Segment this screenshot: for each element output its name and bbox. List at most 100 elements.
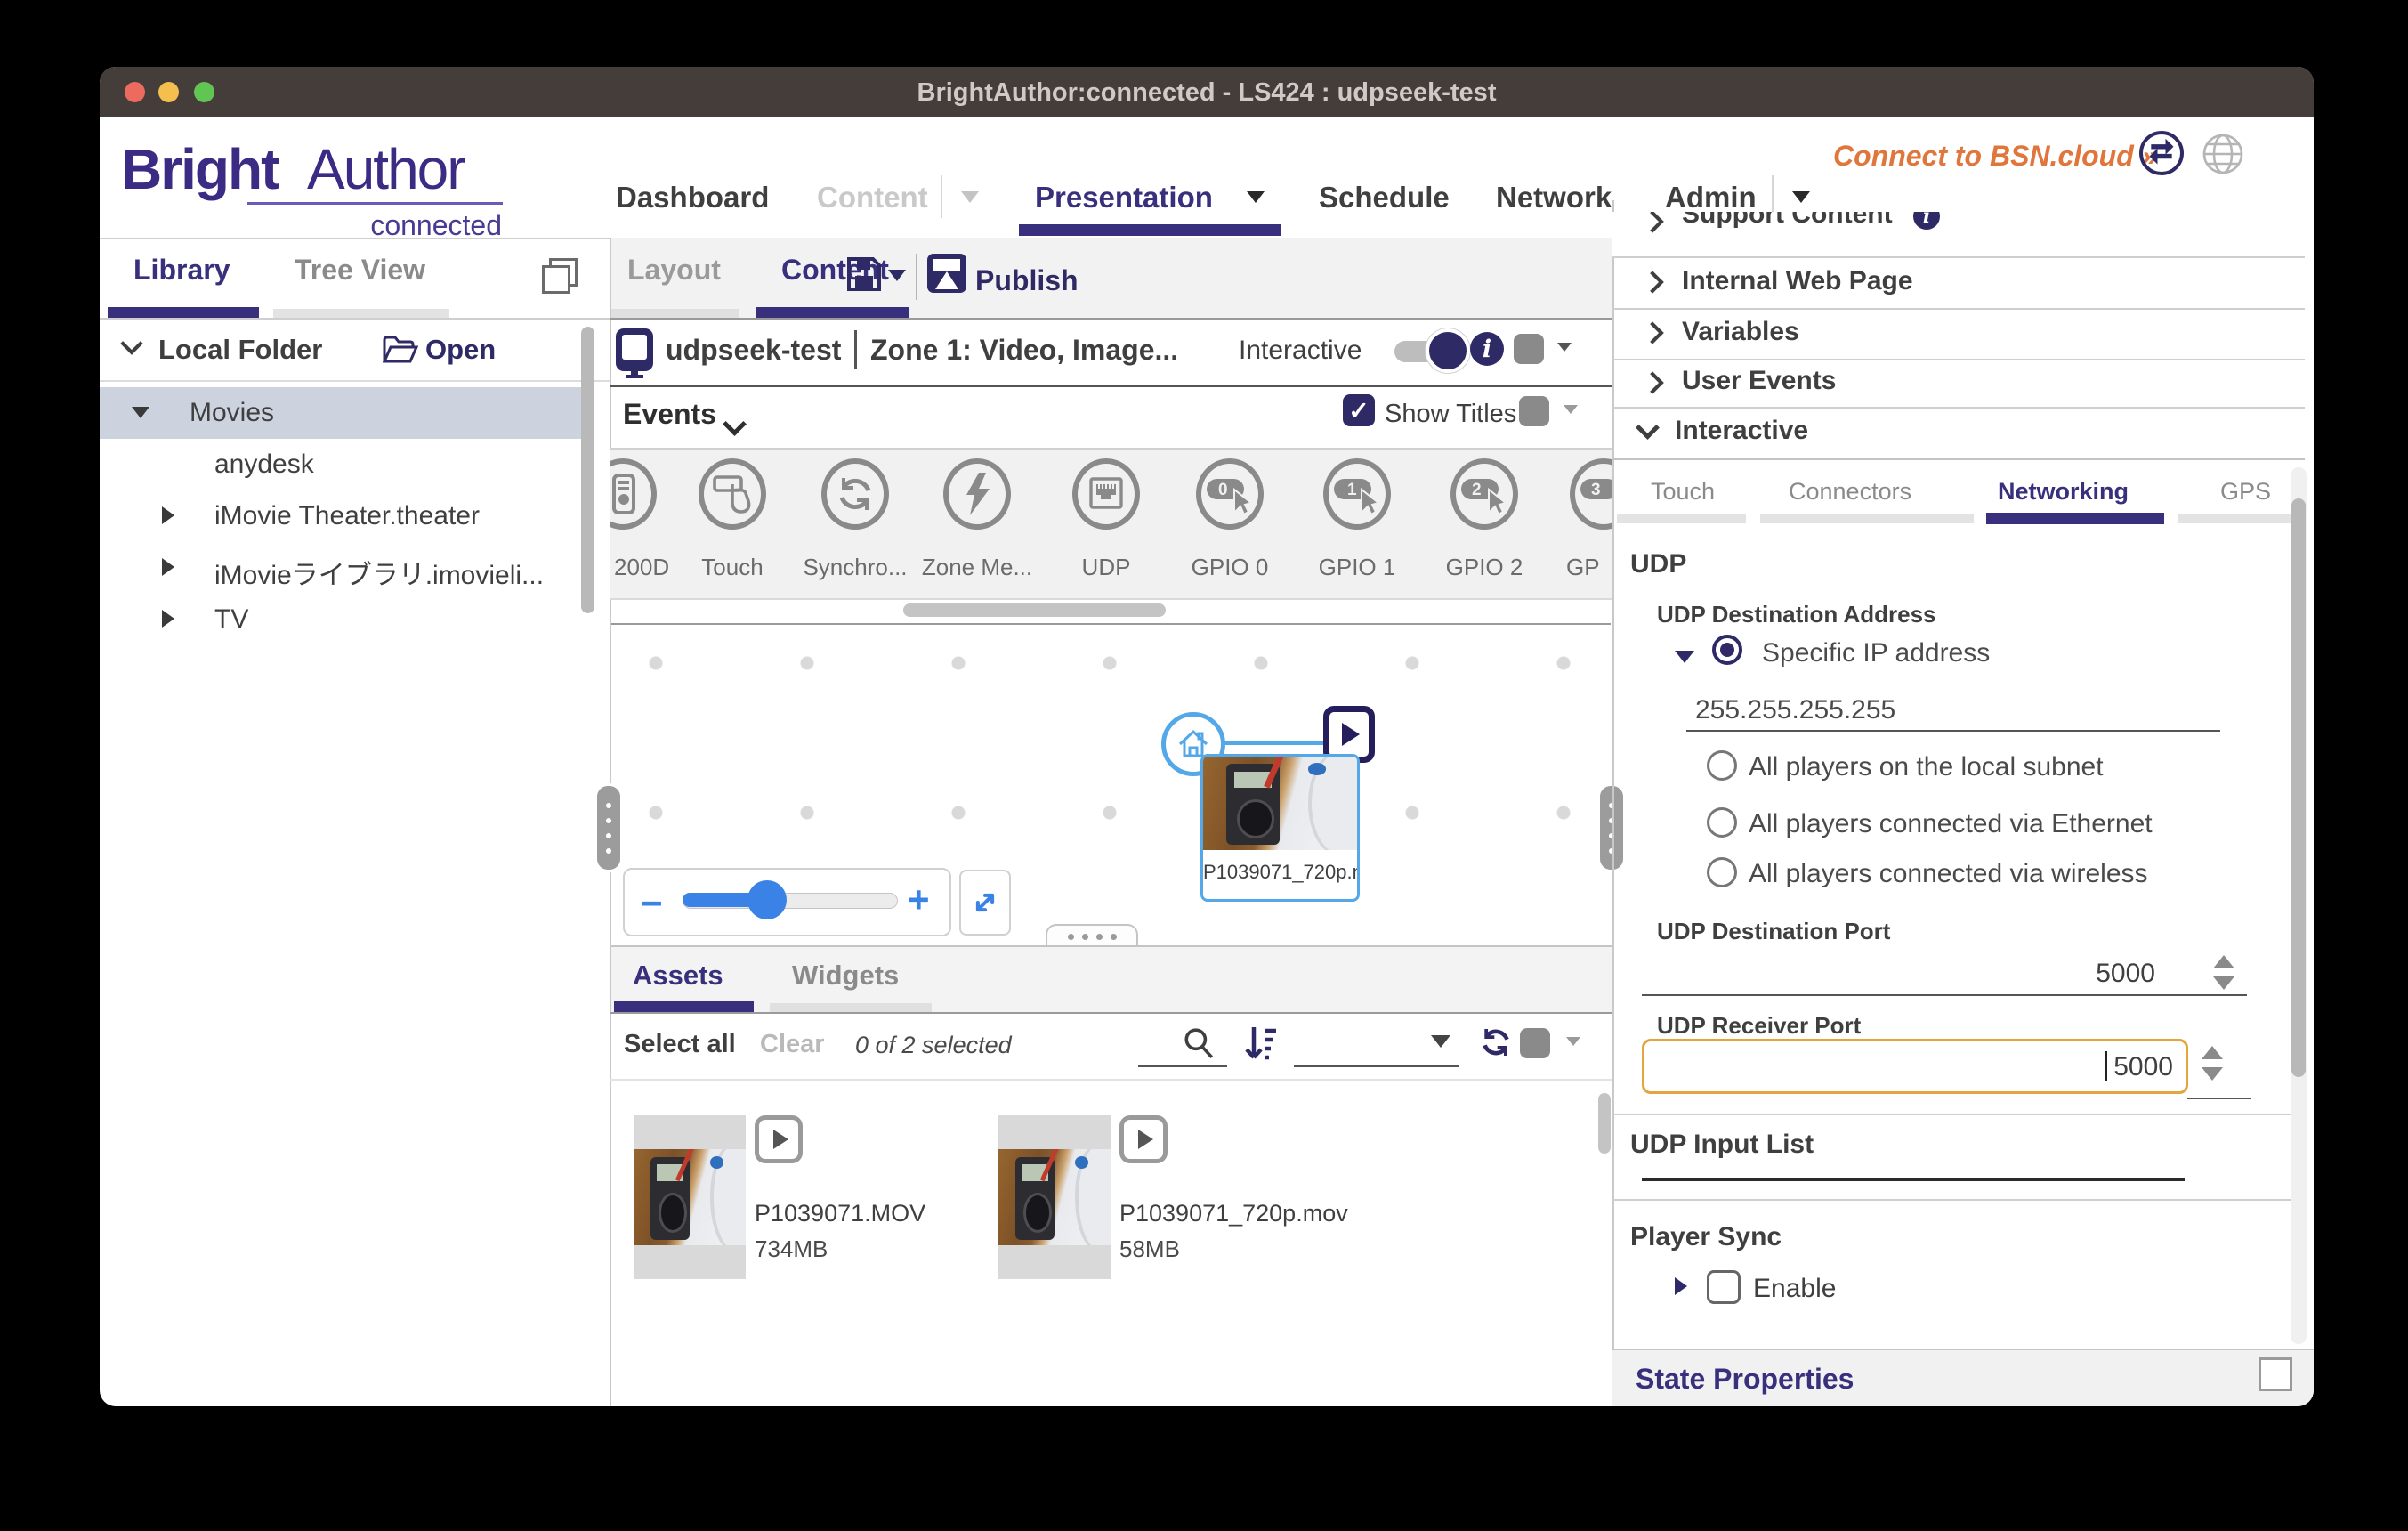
nav-presentation-dropdown-icon[interactable] bbox=[1247, 191, 1265, 203]
ethernet-radio[interactable] bbox=[1707, 807, 1737, 838]
save-button[interactable] bbox=[845, 255, 883, 297]
section-user-events[interactable]: User Events bbox=[1612, 359, 2291, 407]
filter-dropdown-icon[interactable] bbox=[1431, 1035, 1450, 1048]
nav-content[interactable]: Content bbox=[817, 181, 928, 215]
save-dropdown-icon[interactable] bbox=[888, 270, 906, 281]
tree-row-imovie-library[interactable]: iMovieライブラリ.imovieli... bbox=[100, 542, 585, 594]
video-node[interactable]: P1039071_720p.mov bbox=[1200, 754, 1360, 902]
assets-swatch-dropdown-icon[interactable] bbox=[1566, 1037, 1580, 1046]
interactive-toggle-knob[interactable] bbox=[1426, 328, 1470, 373]
section-variables[interactable]: Variables bbox=[1612, 308, 2291, 359]
asset-list-scrollbar[interactable] bbox=[1598, 1093, 1611, 1154]
tree-row-anydesk[interactable]: anydesk bbox=[100, 439, 585, 490]
dest-port-stepper[interactable] bbox=[2213, 955, 2234, 994]
asset-thumbnail[interactable] bbox=[634, 1115, 746, 1279]
clear-button[interactable]: Clear bbox=[760, 1030, 825, 1059]
sidebar-scrollbar[interactable] bbox=[581, 327, 594, 613]
fullscreen-canvas-button[interactable] bbox=[959, 870, 1011, 936]
tree-row-movies[interactable]: Movies bbox=[100, 387, 585, 439]
event-gpio3-icon[interactable]: 3 bbox=[1570, 458, 1612, 530]
swatch-dropdown-icon[interactable] bbox=[1557, 343, 1572, 352]
info-icon[interactable]: i bbox=[1470, 332, 1504, 366]
asset-name[interactable]: P1039071.MOV bbox=[755, 1200, 925, 1227]
nav-presentation[interactable]: Presentation bbox=[1035, 181, 1213, 215]
show-titles-checkbox[interactable]: ✓ bbox=[1343, 394, 1375, 426]
right-panel-resize-handle[interactable] bbox=[1597, 783, 1626, 872]
section-internal-web-page[interactable]: Internal Web Page bbox=[1612, 256, 2291, 308]
event-zone-message-icon[interactable] bbox=[943, 458, 1011, 530]
zoom-out-button[interactable]: − bbox=[641, 882, 663, 925]
left-panel-resize-handle[interactable] bbox=[594, 783, 623, 872]
specific-ip-radio[interactable] bbox=[1712, 635, 1742, 665]
subnet-label[interactable]: All players on the local subnet bbox=[1749, 752, 2104, 782]
tab-library[interactable]: Library bbox=[133, 254, 230, 287]
support-info-icon[interactable]: i bbox=[1913, 212, 1940, 230]
tab-connectors[interactable]: Connectors bbox=[1789, 478, 1911, 506]
udp-receiver-port-input[interactable]: 5000 bbox=[1642, 1039, 2188, 1094]
sort-icon[interactable] bbox=[1243, 1025, 1279, 1066]
player-sync-enable-label[interactable]: Enable bbox=[1753, 1274, 1836, 1304]
nav-schedule[interactable]: Schedule bbox=[1319, 181, 1450, 215]
tab-layout[interactable]: Layout bbox=[627, 254, 721, 287]
nav-admin-dropdown-icon[interactable] bbox=[1792, 191, 1810, 203]
subnet-radio[interactable] bbox=[1707, 750, 1737, 781]
specific-ip-label[interactable]: Specific IP address bbox=[1762, 638, 1990, 668]
publish-icon[interactable] bbox=[925, 252, 968, 299]
section-interactive[interactable]: Interactive bbox=[1612, 407, 2291, 458]
udp-input-list-field[interactable] bbox=[1642, 1178, 2185, 1181]
receiver-port-stepper[interactable] bbox=[2202, 1046, 2223, 1085]
publish-button[interactable]: Publish bbox=[975, 264, 1079, 297]
ip-address-input[interactable]: 255.255.255.255 bbox=[1695, 695, 1895, 725]
event-gpio1-icon[interactable]: 1 bbox=[1323, 458, 1391, 530]
player-sync-enable-checkbox[interactable] bbox=[1707, 1270, 1741, 1304]
nav-admin[interactable]: Admin bbox=[1665, 181, 1757, 215]
events-color-swatch[interactable] bbox=[1519, 396, 1549, 426]
event-sync-icon[interactable] bbox=[821, 458, 889, 530]
select-all-button[interactable]: Select all bbox=[624, 1030, 736, 1059]
color-swatch[interactable] bbox=[1514, 334, 1544, 364]
tree-collapse-icon[interactable] bbox=[162, 558, 174, 576]
event-remote-icon[interactable] bbox=[610, 458, 657, 530]
tab-tree-view[interactable]: Tree View bbox=[295, 254, 425, 287]
event-gpio2-icon[interactable]: 2 bbox=[1450, 458, 1518, 530]
search-icon[interactable] bbox=[1182, 1026, 1216, 1065]
wireless-label[interactable]: All players connected via wireless bbox=[1749, 859, 2148, 889]
refresh-icon[interactable] bbox=[1478, 1025, 1514, 1065]
tree-collapse-icon[interactable] bbox=[162, 610, 174, 628]
nav-dashboard[interactable]: Dashboard bbox=[616, 181, 769, 215]
local-folder-collapse-icon[interactable] bbox=[120, 332, 142, 354]
assets-color-swatch[interactable] bbox=[1520, 1028, 1550, 1058]
open-button[interactable]: Open bbox=[425, 334, 496, 366]
event-strip-scrollbar[interactable] bbox=[903, 603, 1166, 617]
state-properties-detach-icon[interactable] bbox=[2259, 1357, 2292, 1391]
udp-dest-port-input[interactable]: 5000 bbox=[1968, 959, 2155, 989]
zoom-slider-knob[interactable] bbox=[747, 880, 787, 919]
tab-assets[interactable]: Assets bbox=[633, 960, 723, 992]
wireless-radio[interactable] bbox=[1707, 857, 1737, 887]
right-panel-scrollbar[interactable] bbox=[2291, 498, 2306, 1077]
connect-bsn-link[interactable]: Connect to BSN.cloud » bbox=[1833, 140, 2157, 173]
tab-gps[interactable]: GPS bbox=[2220, 478, 2271, 506]
zoom-in-button[interactable]: + bbox=[908, 879, 930, 921]
events-expand-icon[interactable] bbox=[723, 412, 747, 436]
event-gpio0-icon[interactable]: 0 bbox=[1196, 458, 1264, 530]
events-swatch-dropdown-icon[interactable] bbox=[1564, 405, 1578, 414]
asset-thumbnail[interactable] bbox=[998, 1115, 1111, 1279]
globe-icon[interactable] bbox=[2202, 133, 2244, 180]
tree-row-imovie-theater[interactable]: iMovie Theater.theater bbox=[100, 490, 585, 542]
event-udp-icon[interactable] bbox=[1072, 458, 1140, 530]
ethernet-label[interactable]: All players connected via Ethernet bbox=[1749, 809, 2153, 839]
asset-play-icon[interactable] bbox=[755, 1115, 803, 1163]
tree-expand-icon[interactable] bbox=[132, 407, 149, 418]
open-folder-icon[interactable] bbox=[383, 336, 418, 369]
tree-collapse-icon[interactable] bbox=[162, 506, 174, 524]
nav-network[interactable]: Network bbox=[1496, 181, 1612, 215]
tab-widgets[interactable]: Widgets bbox=[792, 960, 899, 992]
asset-play-icon[interactable] bbox=[1119, 1115, 1168, 1163]
asset-name[interactable]: P1039071_720p.mov bbox=[1119, 1200, 1348, 1227]
player-sync-expand-icon[interactable] bbox=[1675, 1277, 1687, 1295]
transfer-icon[interactable] bbox=[2137, 129, 2186, 182]
tree-row-tv[interactable]: TV bbox=[100, 594, 585, 645]
tab-touch[interactable]: Touch bbox=[1651, 478, 1715, 506]
section-support-content[interactable]: Support Content i bbox=[1612, 212, 2291, 256]
